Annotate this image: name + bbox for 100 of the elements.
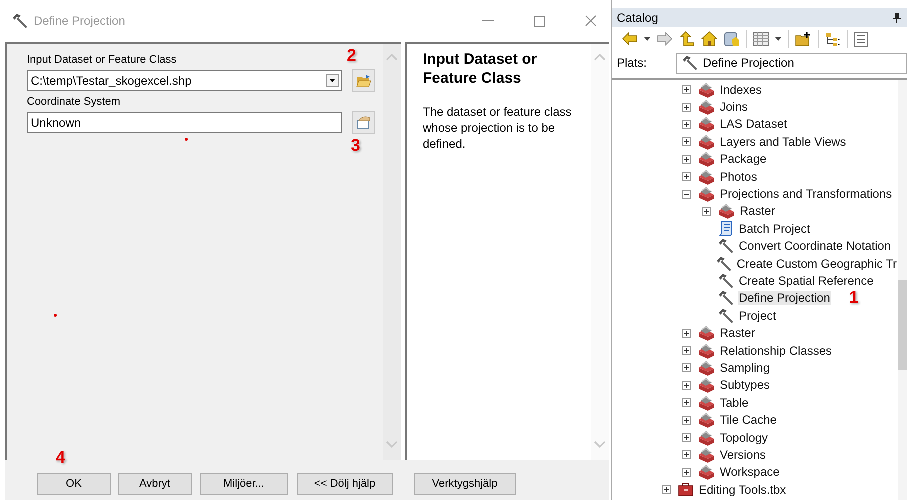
expand-icon[interactable] bbox=[682, 102, 691, 112]
maximize-icon[interactable] bbox=[534, 16, 545, 26]
back-arrow-icon[interactable] bbox=[622, 32, 638, 46]
tree-item[interactable]: Indexes bbox=[719, 82, 764, 97]
hammer-icon bbox=[682, 55, 698, 71]
toolset-icon bbox=[698, 116, 715, 132]
dialog-button[interactable]: Avbryt bbox=[118, 473, 192, 495]
expand-icon[interactable] bbox=[682, 328, 691, 338]
tree-item[interactable]: Table bbox=[719, 396, 750, 410]
script-icon bbox=[718, 220, 734, 237]
hammer-icon bbox=[718, 308, 734, 324]
tree-item[interactable]: Editing Tools.tbx bbox=[698, 482, 788, 497]
toolset-icon bbox=[698, 430, 715, 446]
toolset-icon bbox=[698, 412, 715, 428]
expand-icon[interactable] bbox=[682, 172, 691, 182]
forward-arrow-icon[interactable] bbox=[657, 32, 673, 46]
location-field[interactable]: Define Projection bbox=[676, 52, 907, 74]
hammer-icon bbox=[718, 272, 734, 289]
view-grid-icon[interactable] bbox=[753, 32, 769, 46]
list-view-icon[interactable] bbox=[854, 32, 868, 46]
toolset-icon bbox=[698, 151, 715, 168]
toolset-icon bbox=[698, 99, 715, 116]
toolset-icon bbox=[698, 360, 715, 376]
panel-title: Catalog bbox=[617, 10, 658, 24]
tree-item[interactable]: Define Projection bbox=[738, 291, 832, 306]
folder-icon bbox=[356, 74, 372, 88]
tree-item[interactable]: LAS Dataset bbox=[719, 117, 788, 132]
close-icon[interactable] bbox=[585, 15, 597, 27]
dialog-button[interactable]: Verktygshjälp bbox=[414, 473, 516, 495]
tree-item[interactable]: Tile Cache bbox=[719, 413, 778, 428]
pin-icon[interactable] bbox=[893, 12, 901, 22]
expand-icon[interactable] bbox=[682, 120, 691, 129]
expand-icon[interactable] bbox=[682, 346, 691, 356]
help-text: The dataset or feature class whose projection is to be defined. bbox=[423, 104, 573, 152]
scrollbar-thumb[interactable] bbox=[898, 280, 907, 370]
dot-mark bbox=[185, 138, 188, 141]
dataset-dropdown[interactable]: C:\temp\Testar_skogexcel.shp bbox=[27, 70, 342, 91]
caret-icon[interactable] bbox=[644, 37, 651, 41]
help-title: Input Dataset or Feature Class bbox=[423, 50, 538, 88]
tree-item[interactable]: Joins bbox=[719, 100, 750, 114]
dialog-button[interactable]: << Dölj hjälp bbox=[297, 473, 393, 495]
tree-item[interactable]: Workspace bbox=[719, 465, 781, 480]
expand-icon[interactable] bbox=[682, 154, 691, 164]
toolset-icon bbox=[698, 446, 715, 463]
tree-item[interactable]: Create Spatial Reference bbox=[738, 274, 875, 288]
field-label: Input Dataset or Feature Class bbox=[27, 54, 177, 66]
expand-icon[interactable] bbox=[682, 450, 691, 460]
new-folder-icon[interactable] bbox=[795, 32, 812, 46]
callout-number: 2 bbox=[347, 46, 356, 66]
expand-icon[interactable] bbox=[682, 380, 691, 390]
expand-icon[interactable] bbox=[682, 363, 691, 372]
input-field[interactable]: Unknown bbox=[27, 112, 342, 133]
toolset-icon bbox=[698, 186, 715, 202]
tree-item[interactable]: Versions bbox=[719, 448, 768, 462]
up-arrow-icon[interactable] bbox=[679, 31, 695, 47]
tree-item[interactable]: Layers and Table Views bbox=[719, 134, 848, 149]
toolset-icon bbox=[698, 377, 715, 394]
toolset-icon bbox=[698, 168, 715, 185]
tree-item[interactable]: Sampling bbox=[719, 360, 772, 375]
collapse-icon[interactable] bbox=[682, 190, 691, 199]
hammer-icon bbox=[718, 238, 734, 254]
toolset-icon bbox=[698, 464, 715, 480]
expand-icon[interactable] bbox=[682, 416, 691, 425]
toolset-icon bbox=[698, 134, 715, 150]
tree-item[interactable]: Convert Coordinate Notation bbox=[738, 239, 892, 254]
toolset-icon bbox=[698, 394, 715, 411]
tree-item[interactable]: Batch Project bbox=[738, 222, 812, 236]
toolset-icon bbox=[718, 203, 735, 220]
home-icon[interactable] bbox=[701, 31, 718, 47]
toolset-icon bbox=[698, 342, 715, 359]
dot-mark bbox=[54, 314, 57, 317]
expand-icon[interactable] bbox=[682, 85, 691, 94]
tree-item[interactable]: Projections and Transformations bbox=[719, 187, 894, 202]
callout-number: 3 bbox=[351, 136, 360, 156]
location-label: Plats: bbox=[617, 56, 648, 70]
expand-icon[interactable] bbox=[682, 137, 691, 146]
expand-icon[interactable] bbox=[682, 468, 691, 477]
toolset-icon bbox=[698, 325, 715, 342]
minimize-icon[interactable] bbox=[482, 20, 494, 22]
tree-item[interactable]: Package bbox=[719, 152, 768, 166]
field-label: Coordinate System bbox=[27, 96, 121, 108]
tree-item[interactable]: Relationship Classes bbox=[719, 344, 834, 358]
tree-view-icon[interactable] bbox=[825, 32, 841, 46]
tree-item[interactable]: Subtypes bbox=[719, 378, 772, 392]
expand-icon[interactable] bbox=[682, 433, 691, 442]
expand-icon[interactable] bbox=[662, 485, 671, 494]
caret-icon[interactable] bbox=[775, 37, 782, 41]
expand-icon[interactable] bbox=[702, 206, 711, 216]
tree-item[interactable]: Raster bbox=[739, 204, 776, 218]
tree-item[interactable]: Photos bbox=[719, 170, 758, 184]
tree-item[interactable]: Topology bbox=[719, 430, 770, 444]
callout-number: 1 bbox=[849, 288, 859, 308]
tree-item[interactable]: Raster bbox=[719, 326, 756, 340]
dialog-button[interactable]: Miljöer... bbox=[200, 473, 288, 495]
toolbox-icon bbox=[678, 482, 694, 498]
callout-number: 4 bbox=[56, 448, 66, 468]
tree-item[interactable]: Create Custom Geographic Tr bbox=[736, 256, 898, 271]
expand-icon[interactable] bbox=[682, 398, 691, 408]
hammer-icon bbox=[12, 13, 28, 29]
tree-item[interactable]: Project bbox=[738, 308, 778, 323]
